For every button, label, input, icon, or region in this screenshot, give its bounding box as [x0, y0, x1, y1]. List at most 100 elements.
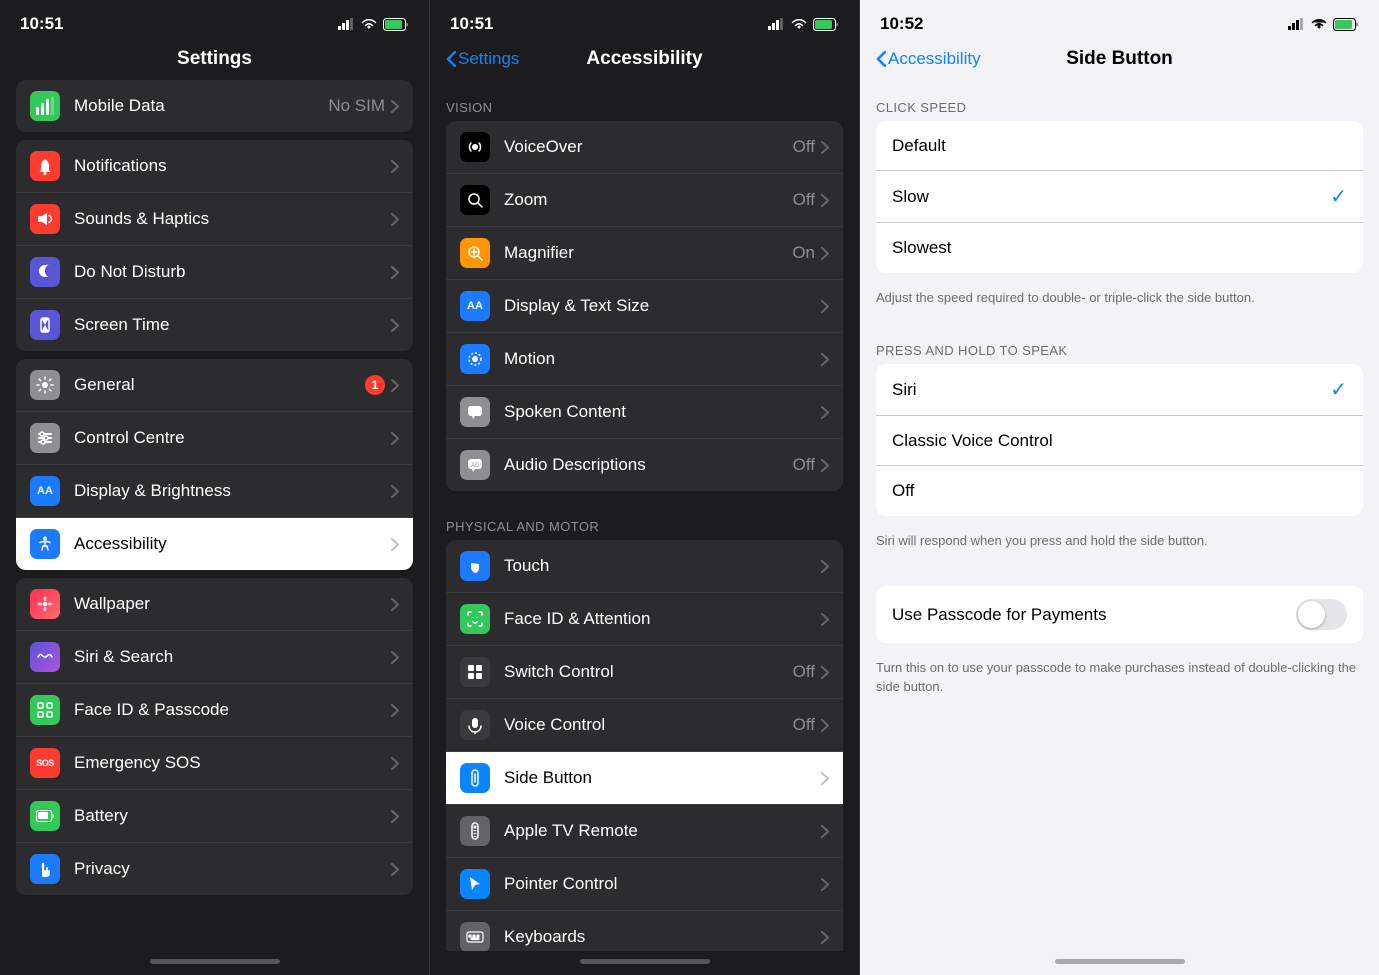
switch-control-icon: [460, 657, 490, 687]
display-text-size-row[interactable]: AA Display & Text Size: [446, 280, 843, 333]
magnifier-row[interactable]: Magnifier On: [446, 227, 843, 280]
privacy-content: Privacy: [74, 859, 399, 879]
screen-time-content: Screen Time: [74, 315, 399, 335]
chevron-icon: [821, 931, 829, 944]
voice-control-content: Voice Control Off: [504, 715, 829, 735]
motion-row[interactable]: Motion: [446, 333, 843, 386]
notifications-icon: [30, 151, 60, 181]
zoom-glass-icon: [466, 191, 484, 209]
apple-tv-icon: [460, 816, 490, 846]
back-button-3[interactable]: Accessibility: [876, 49, 981, 69]
magnifier-glass-icon: [466, 244, 484, 262]
siri-wave-icon: [36, 648, 54, 666]
svg-text:AD: AD: [471, 463, 480, 469]
faceid-label: Face ID & Passcode: [74, 700, 229, 720]
general-icon: [30, 370, 60, 400]
sos-row[interactable]: SOS Emergency SOS: [16, 737, 413, 790]
display-label: Display & Brightness: [74, 481, 231, 501]
switch-grid-icon: [466, 663, 484, 681]
voiceover-icon: [460, 132, 490, 162]
press-hold-description: Siri will respond when you press and hol…: [860, 524, 1379, 566]
slow-option-label: Slow: [892, 187, 1320, 207]
dnd-icon: [30, 257, 60, 287]
spoken-content-row[interactable]: Spoken Content: [446, 386, 843, 439]
battery-list-icon: [36, 810, 54, 822]
motion-content: Motion: [504, 349, 829, 369]
back-button-2[interactable]: Settings: [446, 49, 519, 69]
sounds-row[interactable]: Sounds & Haptics: [16, 193, 413, 246]
nav-bar-3: Accessibility Side Button: [860, 42, 1379, 80]
audio-desc-content: Audio Descriptions Off: [504, 455, 829, 475]
slowest-option-row[interactable]: Slowest: [876, 223, 1363, 273]
status-icons-1: [338, 18, 409, 31]
nav-bar-1: Settings: [0, 42, 429, 80]
battery-row[interactable]: Battery: [16, 790, 413, 843]
zoom-label: Zoom: [504, 190, 547, 210]
accessibility-icon: [30, 529, 60, 559]
battery-icon-3: [1333, 18, 1359, 31]
faceid-row[interactable]: Face ID & Passcode: [16, 684, 413, 737]
notifications-row[interactable]: Notifications: [16, 140, 413, 193]
touch-row[interactable]: Touch: [446, 540, 843, 593]
motion-circle-icon: [466, 350, 484, 368]
click-speed-header: CLICK SPEED: [860, 80, 1379, 121]
flower-icon: [36, 595, 54, 613]
off-option-label: Off: [892, 481, 1347, 501]
control-centre-content: Control Centre: [74, 428, 399, 448]
dnd-right: [391, 266, 399, 279]
siri-option-row[interactable]: Siri ✓: [876, 364, 1363, 416]
use-passcode-toggle[interactable]: [1296, 599, 1347, 630]
zoom-row[interactable]: Zoom Off: [446, 174, 843, 227]
sos-icon: SOS: [30, 748, 60, 778]
use-passcode-row[interactable]: Use Passcode for Payments: [876, 586, 1363, 643]
dnd-label: Do Not Disturb: [74, 262, 185, 282]
spoken-content-label: Spoken Content: [504, 402, 626, 422]
wallpaper-icon: [30, 589, 60, 619]
screen-time-row[interactable]: Screen Time: [16, 299, 413, 351]
voice-control-row[interactable]: Voice Control Off: [446, 699, 843, 752]
mobile-data-row[interactable]: Mobile Data No SIM: [16, 80, 413, 132]
general-row[interactable]: General 1: [16, 359, 413, 412]
battery-content: Battery: [74, 806, 399, 826]
chevron-icon: [821, 613, 829, 626]
pointer-control-row[interactable]: Pointer Control: [446, 858, 843, 911]
wallpaper-label: Wallpaper: [74, 594, 150, 614]
switch-control-value: Off: [793, 662, 815, 682]
dnd-content: Do Not Disturb: [74, 262, 399, 282]
accessibility-right: [391, 538, 399, 551]
keyboards-row[interactable]: Keyboards: [446, 911, 843, 951]
motion-label: Motion: [504, 349, 555, 369]
off-option-row[interactable]: Off: [876, 466, 1363, 516]
dnd-row[interactable]: Do Not Disturb: [16, 246, 413, 299]
home-indicator-3: [860, 951, 1379, 975]
siri-row[interactable]: Siri & Search: [16, 631, 413, 684]
page-title-settings: Settings: [177, 48, 252, 70]
switch-control-row[interactable]: Switch Control Off: [446, 646, 843, 699]
display-row[interactable]: AA Display & Brightness: [16, 465, 413, 518]
magnifier-value: On: [792, 243, 815, 263]
wifi-icon-2: [791, 18, 807, 30]
audio-desc-row[interactable]: AD Audio Descriptions Off: [446, 439, 843, 491]
audio-desc-value: Off: [793, 455, 815, 475]
side-button-row[interactable]: Side Button: [446, 752, 843, 805]
faceid-icon: [30, 695, 60, 725]
wallpaper-row[interactable]: Wallpaper: [16, 578, 413, 631]
mobile-data-group: Mobile Data No SIM: [16, 80, 413, 132]
apple-tv-row[interactable]: Apple TV Remote: [446, 805, 843, 858]
control-centre-row[interactable]: Control Centre: [16, 412, 413, 465]
magnifier-right: On: [792, 243, 829, 263]
classic-voice-option-row[interactable]: Classic Voice Control: [876, 416, 1363, 466]
mobile-data-content: Mobile Data No SIM: [74, 96, 399, 116]
slow-option-row[interactable]: Slow ✓: [876, 171, 1363, 223]
apple-tv-label: Apple TV Remote: [504, 821, 638, 841]
face-id-att-row[interactable]: Face ID & Attention: [446, 593, 843, 646]
privacy-row[interactable]: Privacy: [16, 843, 413, 895]
general-label: General: [74, 375, 134, 395]
slowest-option-label: Slowest: [892, 238, 1347, 258]
default-option-row[interactable]: Default: [876, 121, 1363, 171]
voiceover-row[interactable]: VoiceOver Off: [446, 121, 843, 174]
accessibility-row[interactable]: Accessibility: [16, 518, 413, 570]
zoom-icon: [460, 185, 490, 215]
audio-desc-right: Off: [793, 455, 829, 475]
home-bar-3: [1055, 959, 1185, 964]
